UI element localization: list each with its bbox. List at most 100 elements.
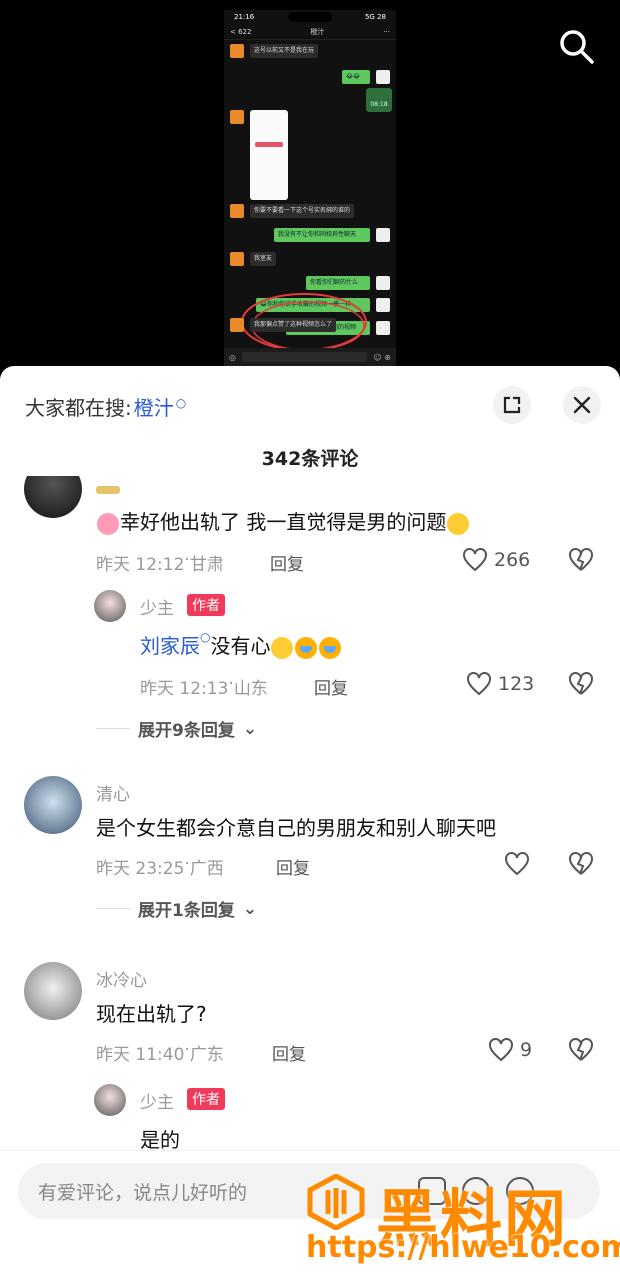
- commenter-name[interactable]: 清心: [96, 780, 130, 805]
- divider: [96, 908, 130, 909]
- voice-icon: ◎: [229, 352, 236, 362]
- chevron-down-icon: ⌄: [242, 898, 258, 919]
- comment-sheet: 大家都在搜: 橙汁 ○ 342条评论 幸好他出轨了 我一直觉得是男的问题 昨天 …: [0, 366, 620, 1280]
- video-player[interactable]: 21:16 5G 28 < 622 橙汁 ··· 这号以前又不是我在玩 😂😂 0…: [0, 0, 620, 372]
- comment-meta: 昨天 23:25 · 广西: [96, 854, 224, 879]
- broken-heart-icon[interactable]: [568, 672, 594, 696]
- keyword-search-icon: ○: [175, 395, 187, 410]
- comment-meta: 昨天 12:13 · 山东: [140, 674, 268, 699]
- chat-avatar: [376, 70, 390, 84]
- video-chat-more-icon: ···: [383, 27, 390, 36]
- comment-meta: 昨天 11:40 · 广东: [96, 1040, 224, 1065]
- chat-bubble: 我那偏点赞了这种视频怎么了: [250, 318, 337, 332]
- chevron-down-icon: ⌄: [242, 718, 258, 739]
- expand-replies-button[interactable]: 展开1条回复 ⌄: [96, 896, 257, 921]
- reply-button[interactable]: 回复: [270, 550, 304, 575]
- broken-heart-icon[interactable]: [568, 1038, 594, 1062]
- broken-heart-icon[interactable]: [568, 852, 594, 876]
- reply-button[interactable]: 回复: [314, 674, 348, 699]
- mention-search-icon: ○: [200, 630, 211, 644]
- chat-avatar: [376, 276, 390, 290]
- pleading-emoji-icon: [271, 636, 294, 659]
- close-button[interactable]: [563, 386, 601, 424]
- reply-button[interactable]: 回复: [272, 1040, 306, 1065]
- expand-icon: [503, 396, 521, 414]
- like-button[interactable]: 123: [466, 672, 534, 696]
- crying-emoji-icon: [295, 636, 318, 659]
- comment-list[interactable]: 幸好他出轨了 我一直觉得是男的问题 昨天 12:12 · 甘肃 回复 266 少主 …: [0, 476, 620, 1150]
- search-suggestion[interactable]: 大家都在搜: 橙汁 ○: [25, 392, 186, 421]
- comment-time: 昨天 12:12: [96, 555, 185, 575]
- chat-avatar: [230, 252, 244, 266]
- heart-icon: [489, 1038, 513, 1062]
- chat-avatar: [376, 298, 390, 312]
- chat-call-card: 08:18: [366, 88, 392, 112]
- video-status-right: 5G 28: [364, 13, 386, 21]
- comment-meta: 昨天 12:12 · 甘肃: [96, 550, 224, 575]
- comment-text-content: 幸好他出轨了 我一直觉得是男的问题: [120, 510, 447, 534]
- like-button[interactable]: 266: [462, 548, 530, 572]
- avatar[interactable]: [94, 1084, 126, 1116]
- video-chat-title: 橙汁: [310, 27, 325, 36]
- avatar[interactable]: [94, 590, 126, 622]
- comment-count: 342条评论: [261, 448, 359, 470]
- close-icon: [573, 396, 591, 414]
- chat-image-message: [250, 110, 288, 200]
- video-chat-input: ◎ ☺ ⊕: [224, 348, 396, 366]
- commenter-name[interactable]: 少主: [140, 1088, 174, 1113]
- avatar[interactable]: [24, 962, 82, 1020]
- app-root: 21:16 5G 28 < 622 橙汁 ··· 这号以前又不是我在玩 😂😂 0…: [0, 0, 620, 1280]
- video-content-screenshot: 21:16 5G 28 < 622 橙汁 ··· 这号以前又不是我在玩 😂😂 0…: [224, 10, 396, 366]
- expand-replies-button[interactable]: 展开9条回复 ⌄: [96, 716, 257, 741]
- like-button[interactable]: 9: [488, 1038, 532, 1062]
- comment-location: 广西: [189, 859, 224, 879]
- expand-replies-label: 展开1条回复: [138, 901, 235, 921]
- chat-bubble: 你要不要看一下这个号实名绑的谁的: [250, 204, 355, 218]
- user-badge-icon: [96, 486, 120, 494]
- heart-icon: [463, 548, 487, 572]
- chat-bubble: 这号以前又不是我在玩: [250, 44, 319, 58]
- comment-location: 山东: [233, 679, 268, 699]
- like-count: 123: [498, 673, 535, 695]
- comment-location: 甘肃: [189, 555, 224, 575]
- comment-text: 现在出轨了?: [96, 1002, 207, 1026]
- comment-time: 昨天 12:13: [140, 679, 229, 699]
- chat-bubble: 我室友: [250, 252, 277, 266]
- video-chat-body: 这号以前又不是我在玩 😂😂 08:18 你要不要看一下这个号实名绑的谁的 我没有…: [224, 40, 396, 351]
- comment-text: 是个女生都会介意自己的男朋友和别人聊天吧: [96, 816, 496, 840]
- commenter-name[interactable]: 少主: [140, 594, 174, 619]
- watermark: 黑料网 https://hlwe10.com: [306, 1168, 620, 1274]
- comment-location: 广东: [189, 1045, 224, 1065]
- crying-emoji-icon: [319, 636, 342, 659]
- author-badge: 作者: [187, 594, 225, 616]
- chat-avatar: [376, 321, 390, 335]
- search-suggestion-label: 大家都在搜:: [25, 396, 132, 420]
- reply-button[interactable]: 回复: [276, 854, 310, 879]
- commenter-name[interactable]: 冰冷心: [96, 966, 147, 991]
- comment-time: 昨天 11:40: [96, 1045, 185, 1065]
- avatar[interactable]: [24, 776, 82, 834]
- chat-avatar: [230, 204, 244, 218]
- comment-text: 是的: [140, 1128, 180, 1150]
- chat-bubble: 我没有不让你和同校异性聊天: [274, 228, 370, 242]
- search-icon[interactable]: [556, 26, 596, 66]
- chat-avatar: [230, 318, 244, 332]
- chat-avatar: [230, 110, 244, 124]
- watermark-url: https://hlwe10.com: [306, 1230, 620, 1265]
- search-suggestion-keyword[interactable]: 橙汁: [134, 392, 174, 421]
- video-notch: [287, 12, 332, 22]
- expand-button[interactable]: [493, 386, 531, 424]
- video-chat-header: < 622 橙汁 ···: [224, 24, 396, 40]
- hug-emoji-icon: [97, 512, 119, 535]
- avatar[interactable]: [24, 476, 82, 518]
- video-chat-back: < 622: [230, 27, 252, 36]
- chat-avatar: [230, 44, 244, 58]
- like-button[interactable]: [504, 852, 530, 876]
- mention-link[interactable]: 刘家辰: [140, 634, 200, 658]
- comment-time: 昨天 23:25: [96, 859, 185, 879]
- comment-text: 刘家辰○没有心: [140, 630, 342, 659]
- heart-icon: [505, 852, 529, 876]
- chat-bubble: 😂😂: [342, 70, 370, 84]
- author-badge: 作者: [187, 1088, 225, 1110]
- broken-heart-icon[interactable]: [568, 548, 594, 572]
